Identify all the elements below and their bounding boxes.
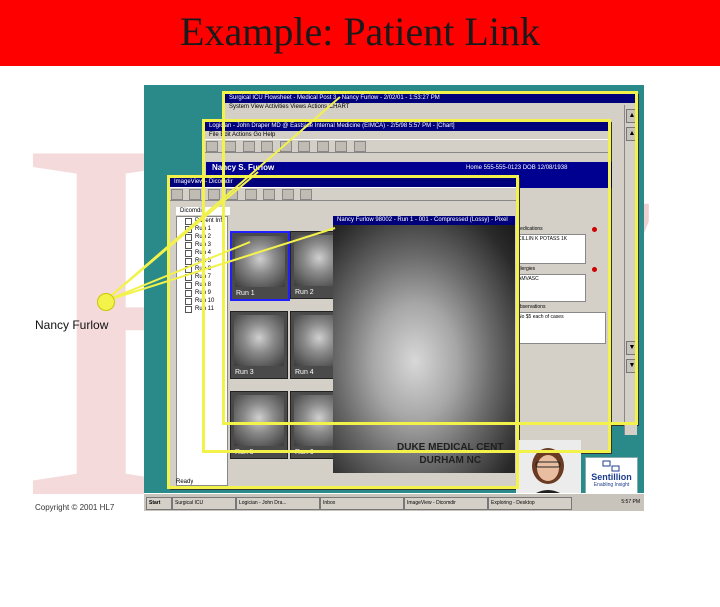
callout-dot (97, 293, 115, 311)
copyright-text: Copyright © 2001 HL7 (35, 503, 115, 512)
callout-label: Nancy Furlow (35, 318, 109, 332)
callout-lines (104, 96, 341, 302)
